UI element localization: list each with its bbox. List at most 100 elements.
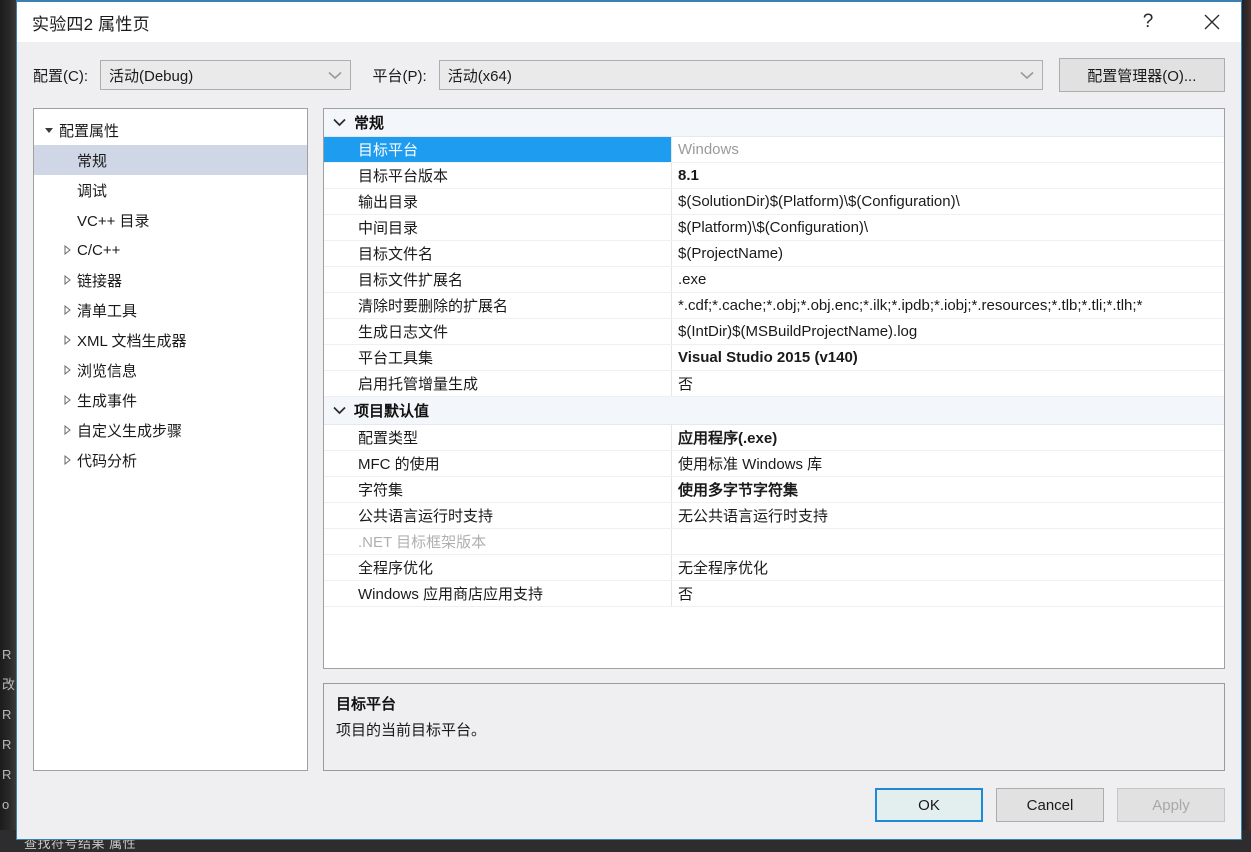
title-bar: 实验四2 属性页 ? — [17, 2, 1241, 42]
property-row[interactable]: 输出目录 $(SolutionDir)$(Platform)\$(Configur… — [324, 189, 1224, 215]
chevron-down-icon — [324, 406, 354, 415]
property-name: .NET 目标框架版本 — [324, 529, 672, 554]
tree-item-label: 生成事件 — [77, 392, 138, 410]
ide-ghost-char: R — [2, 737, 12, 752]
property-row[interactable]: 启用托管增量生成否 — [324, 371, 1224, 397]
ide-ghost-char: o — [2, 797, 10, 812]
grid-section-title: 项目默认值 — [354, 403, 430, 420]
property-value[interactable]: $(SolutionDir)$(Platform)\$(Configuratio… — [672, 189, 1224, 214]
property-value[interactable]: 应用程序(.exe) — [672, 425, 1224, 450]
configuration-dropdown[interactable]: 活动(Debug) — [100, 60, 351, 90]
tree-item-label: 清单工具 — [77, 302, 138, 320]
property-value[interactable]: *.cdf;*.cache;*.obj;*.obj.enc;*.ilk;*.ip… — [672, 293, 1224, 318]
property-value[interactable]: Visual Studio 2015 (v140) — [672, 345, 1224, 370]
configuration-properties-tree[interactable]: 配置属性 常规调试 VC++ 目录 C/C++ 链接器清单工具 XML 文档生成器 浏览信… — [33, 108, 308, 771]
sidebar-item-10[interactable]: 代码分析 — [34, 445, 307, 475]
property-row[interactable]: 平台工具集 Visual Studio 2015 (v140) — [324, 345, 1224, 371]
property-name: 全程序优化 — [324, 555, 672, 580]
sidebar-item-5[interactable]: 清单工具 — [34, 295, 307, 325]
property-value[interactable]: $(IntDir)$(MSBuildProjectName).log — [672, 319, 1224, 344]
property-value[interactable] — [672, 529, 1224, 554]
property-row[interactable]: .NET 目标框架版本 — [324, 529, 1224, 555]
property-name: 清除时要删除的扩展名 — [324, 293, 672, 318]
property-name: 目标平台 — [324, 137, 672, 162]
ide-ghost-char: R — [2, 767, 12, 782]
ok-button[interactable]: OK — [875, 788, 983, 822]
property-value[interactable]: $(ProjectName) — [672, 241, 1224, 266]
question-mark-icon: ? — [1142, 11, 1154, 32]
platform-value: 活动(x64) — [447, 67, 512, 85]
property-row[interactable]: 字符集 使用多字节字符集 — [324, 477, 1224, 503]
tree-item-root[interactable]: 配置属性 — [34, 115, 307, 145]
triangle-right-icon — [58, 335, 75, 345]
property-row[interactable]: 全程序优化 无全程序优化 — [324, 555, 1224, 581]
property-value[interactable]: 使用标准 Windows 库 — [672, 451, 1224, 476]
configuration-toolbar: 配置(C): 活动(Debug) 平台(P): 活动(x64) 配置管理器(O)… — [17, 42, 1241, 108]
property-row[interactable]: 中间目录 $(Platform)\$(Configuration)\ — [324, 215, 1224, 241]
property-name: 目标文件名 — [324, 241, 672, 266]
property-row[interactable]: 公共语言运行时支持 无公共语言运行时支持 — [324, 503, 1224, 529]
ide-right-edge-strip — [1242, 0, 1251, 852]
property-row[interactable]: 生成日志文件 $(IntDir)$(MSBuildProjectName).log — [324, 319, 1224, 345]
sidebar-item-0[interactable]: 常规 — [34, 145, 307, 175]
grid-section-header-1[interactable]: 项目默认值 — [324, 397, 1224, 425]
description-title: 目标平台 — [336, 696, 397, 713]
sidebar-item-1[interactable]: 调试 — [34, 175, 307, 205]
property-name: 输出目录 — [324, 189, 672, 214]
cancel-button[interactable]: Cancel — [996, 788, 1104, 822]
sidebar-item-4[interactable]: 链接器 — [34, 265, 307, 295]
ide-left-edge-strip: R改RRRo — [0, 0, 16, 852]
sidebar-item-7[interactable]: 浏览信息 — [34, 355, 307, 385]
property-row[interactable]: 配置类型 应用程序(.exe) — [324, 425, 1224, 451]
property-row[interactable]: 清除时要删除的扩展名 *.cdf;*.cache;*.obj;*.obj.enc;… — [324, 293, 1224, 319]
tree-item-label: 调试 — [77, 182, 108, 200]
property-row[interactable]: 目标文件扩展名 .exe — [324, 267, 1224, 293]
property-description-pane: 目标平台 项目的当前目标平台。 — [323, 683, 1225, 771]
platform-dropdown[interactable]: 活动(x64) — [438, 60, 1043, 90]
close-button[interactable] — [1189, 2, 1235, 42]
property-row[interactable]: Windows 应用商店应用支持否 — [324, 581, 1224, 607]
property-value[interactable]: .exe — [672, 267, 1224, 292]
apply-button: Apply — [1117, 788, 1225, 822]
chevron-down-icon — [324, 118, 354, 127]
property-value[interactable]: 无全程序优化 — [672, 555, 1224, 580]
property-value[interactable]: 无公共语言运行时支持 — [672, 503, 1224, 528]
property-row[interactable]: 目标文件名 $(ProjectName) — [324, 241, 1224, 267]
sidebar-item-3[interactable]: C/C++ — [34, 235, 307, 265]
triangle-right-icon — [58, 455, 75, 465]
sidebar-item-8[interactable]: 生成事件 — [34, 385, 307, 415]
triangle-right-icon — [58, 425, 75, 435]
property-grid[interactable]: 常规 目标平台 Windows 目标平台版本 8.1 输出目录 $(SolutionDir)… — [323, 108, 1225, 669]
property-name: 生成日志文件 — [324, 319, 672, 344]
property-value[interactable]: 8.1 — [672, 163, 1224, 188]
property-row[interactable]: 目标平台 Windows — [324, 137, 1224, 163]
property-value[interactable]: 否 — [672, 371, 1224, 396]
ide-ghost-char: R — [2, 707, 12, 722]
sidebar-item-6[interactable]: XML 文档生成器 — [34, 325, 307, 355]
triangle-down-icon — [40, 125, 57, 135]
sidebar-item-9[interactable]: 自定义生成步骤 — [34, 415, 307, 445]
property-value[interactable]: 否 — [672, 581, 1224, 606]
sidebar-item-2[interactable]: VC++ 目录 — [34, 205, 307, 235]
property-row[interactable]: MFC 的使用 使用标准 Windows 库 — [324, 451, 1224, 477]
property-name: 目标平台版本 — [324, 163, 672, 188]
triangle-right-icon — [58, 365, 75, 375]
property-value[interactable]: Windows — [672, 137, 1224, 162]
close-x-icon — [1203, 13, 1221, 31]
triangle-right-icon — [58, 275, 75, 285]
ide-ghost-char: 改 — [2, 677, 16, 692]
configuration-manager-button[interactable]: 配置管理器(O)... — [1058, 58, 1225, 92]
property-name: 目标文件扩展名 — [324, 267, 672, 292]
help-button[interactable]: ? — [1125, 2, 1171, 42]
grid-section-header-0[interactable]: 常规 — [324, 109, 1224, 137]
property-name: 配置类型 — [324, 425, 672, 450]
chevron-down-icon — [327, 61, 342, 89]
property-value[interactable]: $(Platform)\$(Configuration)\ — [672, 215, 1224, 240]
property-name: 字符集 — [324, 477, 672, 502]
configuration-label: 配置(C): — [33, 67, 88, 85]
tree-item-label: 配置属性 — [59, 122, 120, 140]
property-value[interactable]: 使用多字节字符集 — [672, 477, 1224, 502]
right-column: 常规 目标平台 Windows 目标平台版本 8.1 输出目录 $(SolutionDir)… — [323, 108, 1225, 771]
triangle-right-icon — [58, 305, 75, 315]
property-row[interactable]: 目标平台版本 8.1 — [324, 163, 1224, 189]
